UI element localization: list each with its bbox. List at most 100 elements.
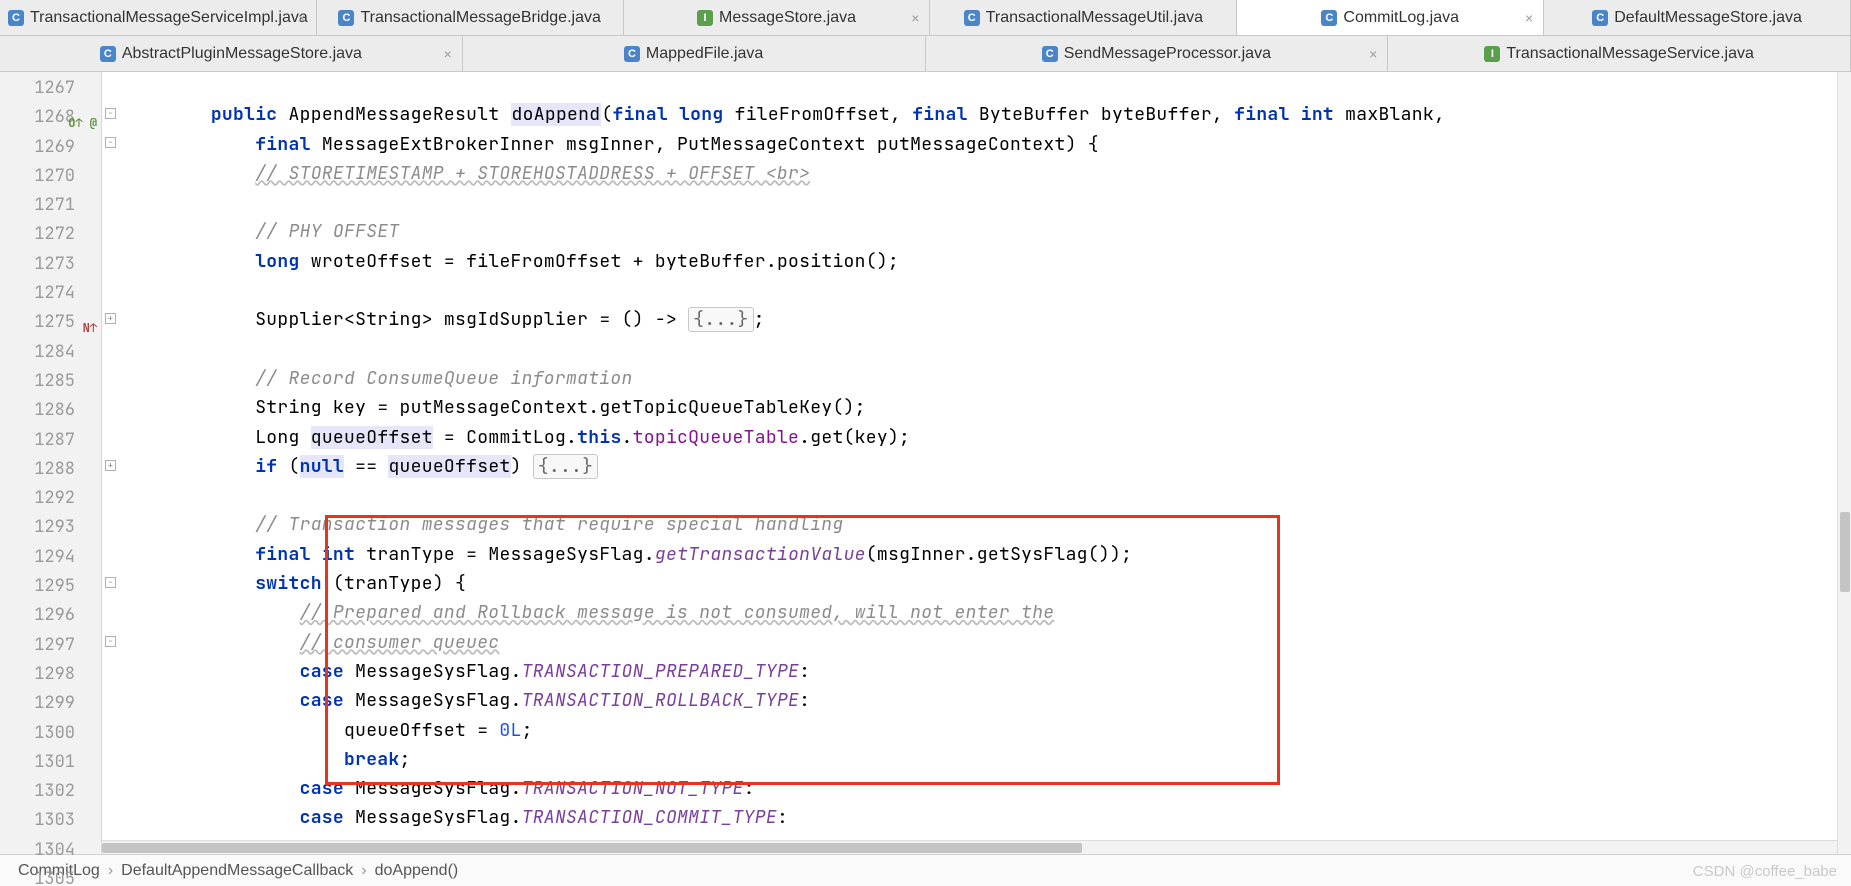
close-icon[interactable]: × (911, 10, 919, 26)
line-number[interactable]: 1271 (0, 191, 75, 220)
vertical-scroll-thumb[interactable] (1840, 512, 1850, 592)
editor-tab[interactable]: CTransactionalMessageUtil.java (930, 0, 1237, 35)
code-line (122, 338, 1851, 367)
tab-label: TransactionalMessageService.java (1506, 45, 1754, 63)
vertical-scrollbar[interactable] (1837, 72, 1851, 854)
fold-toggle-icon[interactable]: − (105, 577, 116, 588)
editor-tab[interactable]: C SendMessageProcessor.java × (926, 36, 1389, 71)
line-number[interactable]: 1275N↑ (0, 308, 75, 337)
line-number[interactable]: 1288 (0, 455, 75, 484)
line-number[interactable]: 1298 (0, 660, 75, 689)
code-line: // consumer queuec (122, 631, 1851, 660)
code-line: final int tranType = MessageSysFlag.getT… (122, 543, 1851, 572)
code-line: // Record ConsumeQueue information (122, 367, 1851, 396)
tab-label: TransactionalMessageBridge.java (360, 9, 600, 27)
code-line: // STORETIMESTAMP + STOREHOSTADDRESS + O… (122, 162, 1851, 191)
line-number[interactable]: 1302 (0, 777, 75, 806)
code-line: Supplier<String> msgIdSupplier = () -> {… (122, 308, 1851, 337)
code-line (122, 484, 1851, 513)
fold-toggle-icon[interactable]: + (105, 313, 116, 324)
fold-toggle-icon[interactable]: − (105, 636, 116, 647)
editor-tab[interactable]: CMappedFile.java (463, 36, 926, 71)
watermark: CSDN @coffee_babe (1693, 863, 1837, 880)
editor-tab[interactable]: C AbstractPluginMessageStore.java × (0, 36, 463, 71)
folded-region[interactable]: {...} (688, 307, 754, 332)
line-number[interactable]: 1285 (0, 367, 75, 396)
line-number[interactable]: 1270 (0, 162, 75, 191)
tab-label: MappedFile.java (646, 45, 763, 63)
line-number[interactable]: 1272 (0, 220, 75, 249)
code-viewport[interactable]: − − + + − − public AppendMessageResult doAppe… (102, 72, 1851, 854)
line-number[interactable]: 1300 (0, 719, 75, 748)
breadcrumb-item[interactable]: doAppend() (375, 862, 459, 880)
line-number[interactable]: 1268O↑ @ (0, 103, 75, 132)
line-number[interactable]: 1267 (0, 74, 75, 103)
editor-tab[interactable]: IMessageStore.java× (624, 0, 931, 35)
code-line: case MessageSysFlag.TRANSACTION_ROLLBACK… (122, 689, 1851, 718)
close-icon[interactable]: × (444, 46, 452, 62)
line-number[interactable]: 1269 (0, 133, 75, 162)
interface-file-icon: I (1484, 46, 1500, 62)
code-line: // Prepared and Rollback message is not … (122, 601, 1851, 630)
line-number[interactable]: 1294 (0, 543, 75, 572)
class-file-icon: C (338, 10, 354, 26)
line-number[interactable]: 1299 (0, 689, 75, 718)
line-number-gutter: 12671268O↑ @1269127012711272127312741275… (0, 72, 102, 854)
interface-file-icon: I (697, 10, 713, 26)
folded-region[interactable]: {...} (533, 454, 599, 479)
tab-label: AbstractPluginMessageStore.java (122, 45, 362, 63)
fold-toggle-icon[interactable]: − (105, 137, 116, 148)
close-icon[interactable]: × (1525, 10, 1533, 26)
code-line: switch (tranType) { (122, 572, 1851, 601)
code-line (122, 74, 1851, 103)
editor-tab[interactable]: C TransactionalMessageBridge.java (317, 0, 624, 35)
line-number[interactable]: 1286 (0, 396, 75, 425)
horizontal-scrollbar[interactable] (102, 840, 1837, 854)
line-number[interactable]: 1274 (0, 279, 75, 308)
horizontal-scroll-thumb[interactable] (102, 843, 1082, 853)
line-number[interactable]: 1292 (0, 484, 75, 513)
line-number[interactable]: 1273 (0, 250, 75, 279)
class-file-icon: C (100, 46, 116, 62)
editor-tab[interactable]: I TransactionalMessageService.java (1388, 36, 1851, 71)
line-number[interactable]: 1304 (0, 836, 75, 865)
code-line: public AppendMessageResult doAppend(fina… (122, 103, 1851, 132)
editor-area: 12671268O↑ @1269127012711272127312741275… (0, 72, 1851, 854)
fold-toggle-icon[interactable]: − (105, 108, 116, 119)
line-number[interactable]: 1305 (0, 865, 75, 886)
line-number[interactable]: 1293 (0, 513, 75, 542)
line-number[interactable]: 1296 (0, 601, 75, 630)
code-line: // Transaction messages that require spe… (122, 513, 1851, 542)
editor-tabs-row-1: CTransactionalMessageServiceImpl.java×CT… (0, 0, 1851, 36)
tab-label: DefaultMessageStore.java (1614, 9, 1802, 27)
tab-label: SendMessageProcessor.java (1064, 45, 1271, 63)
code-line: case MessageSysFlag.TRANSACTION_PREPARED… (122, 660, 1851, 689)
code-line: // PHY OFFSET (122, 220, 1851, 249)
breadcrumb-separator-icon: › (108, 862, 113, 880)
anonymous-class-marker-icon[interactable]: N↑ (83, 314, 97, 343)
line-number[interactable]: 1303 (0, 806, 75, 835)
line-number[interactable]: 1301 (0, 748, 75, 777)
editor-tab[interactable]: C CommitLog.java × (1237, 0, 1544, 35)
close-icon[interactable]: × (298, 10, 306, 26)
editor-tab[interactable]: CDefaultMessageStore.java (1544, 0, 1851, 35)
method-name: doAppend (511, 103, 602, 126)
line-number[interactable]: 1287 (0, 426, 75, 455)
fold-toggle-icon[interactable]: + (105, 460, 116, 471)
code-line: String key = putMessageContext.getTopicQ… (122, 396, 1851, 425)
class-file-icon: C (1321, 10, 1337, 26)
line-number[interactable]: 1295 (0, 572, 75, 601)
breadcrumb-item[interactable]: DefaultAppendMessageCallback (121, 862, 353, 880)
tab-label: TransactionalMessageUtil.java (986, 9, 1203, 27)
breadcrumb-separator-icon: › (361, 862, 366, 880)
line-number[interactable]: 1297 (0, 631, 75, 660)
line-number[interactable]: 1284 (0, 338, 75, 367)
fold-column: − − + + − − (102, 72, 120, 854)
code-line: queueOffset = 0L; (122, 719, 1851, 748)
class-file-icon: C (1042, 46, 1058, 62)
code-line: Long queueOffset = CommitLog.this.topicQ… (122, 426, 1851, 455)
editor-tab[interactable]: CTransactionalMessageServiceImpl.java× (0, 0, 317, 35)
breadcrumb-bar: CommitLog›DefaultAppendMessageCallback›d… (0, 854, 1851, 886)
tab-label: CommitLog.java (1343, 9, 1459, 27)
close-icon[interactable]: × (1369, 46, 1377, 62)
